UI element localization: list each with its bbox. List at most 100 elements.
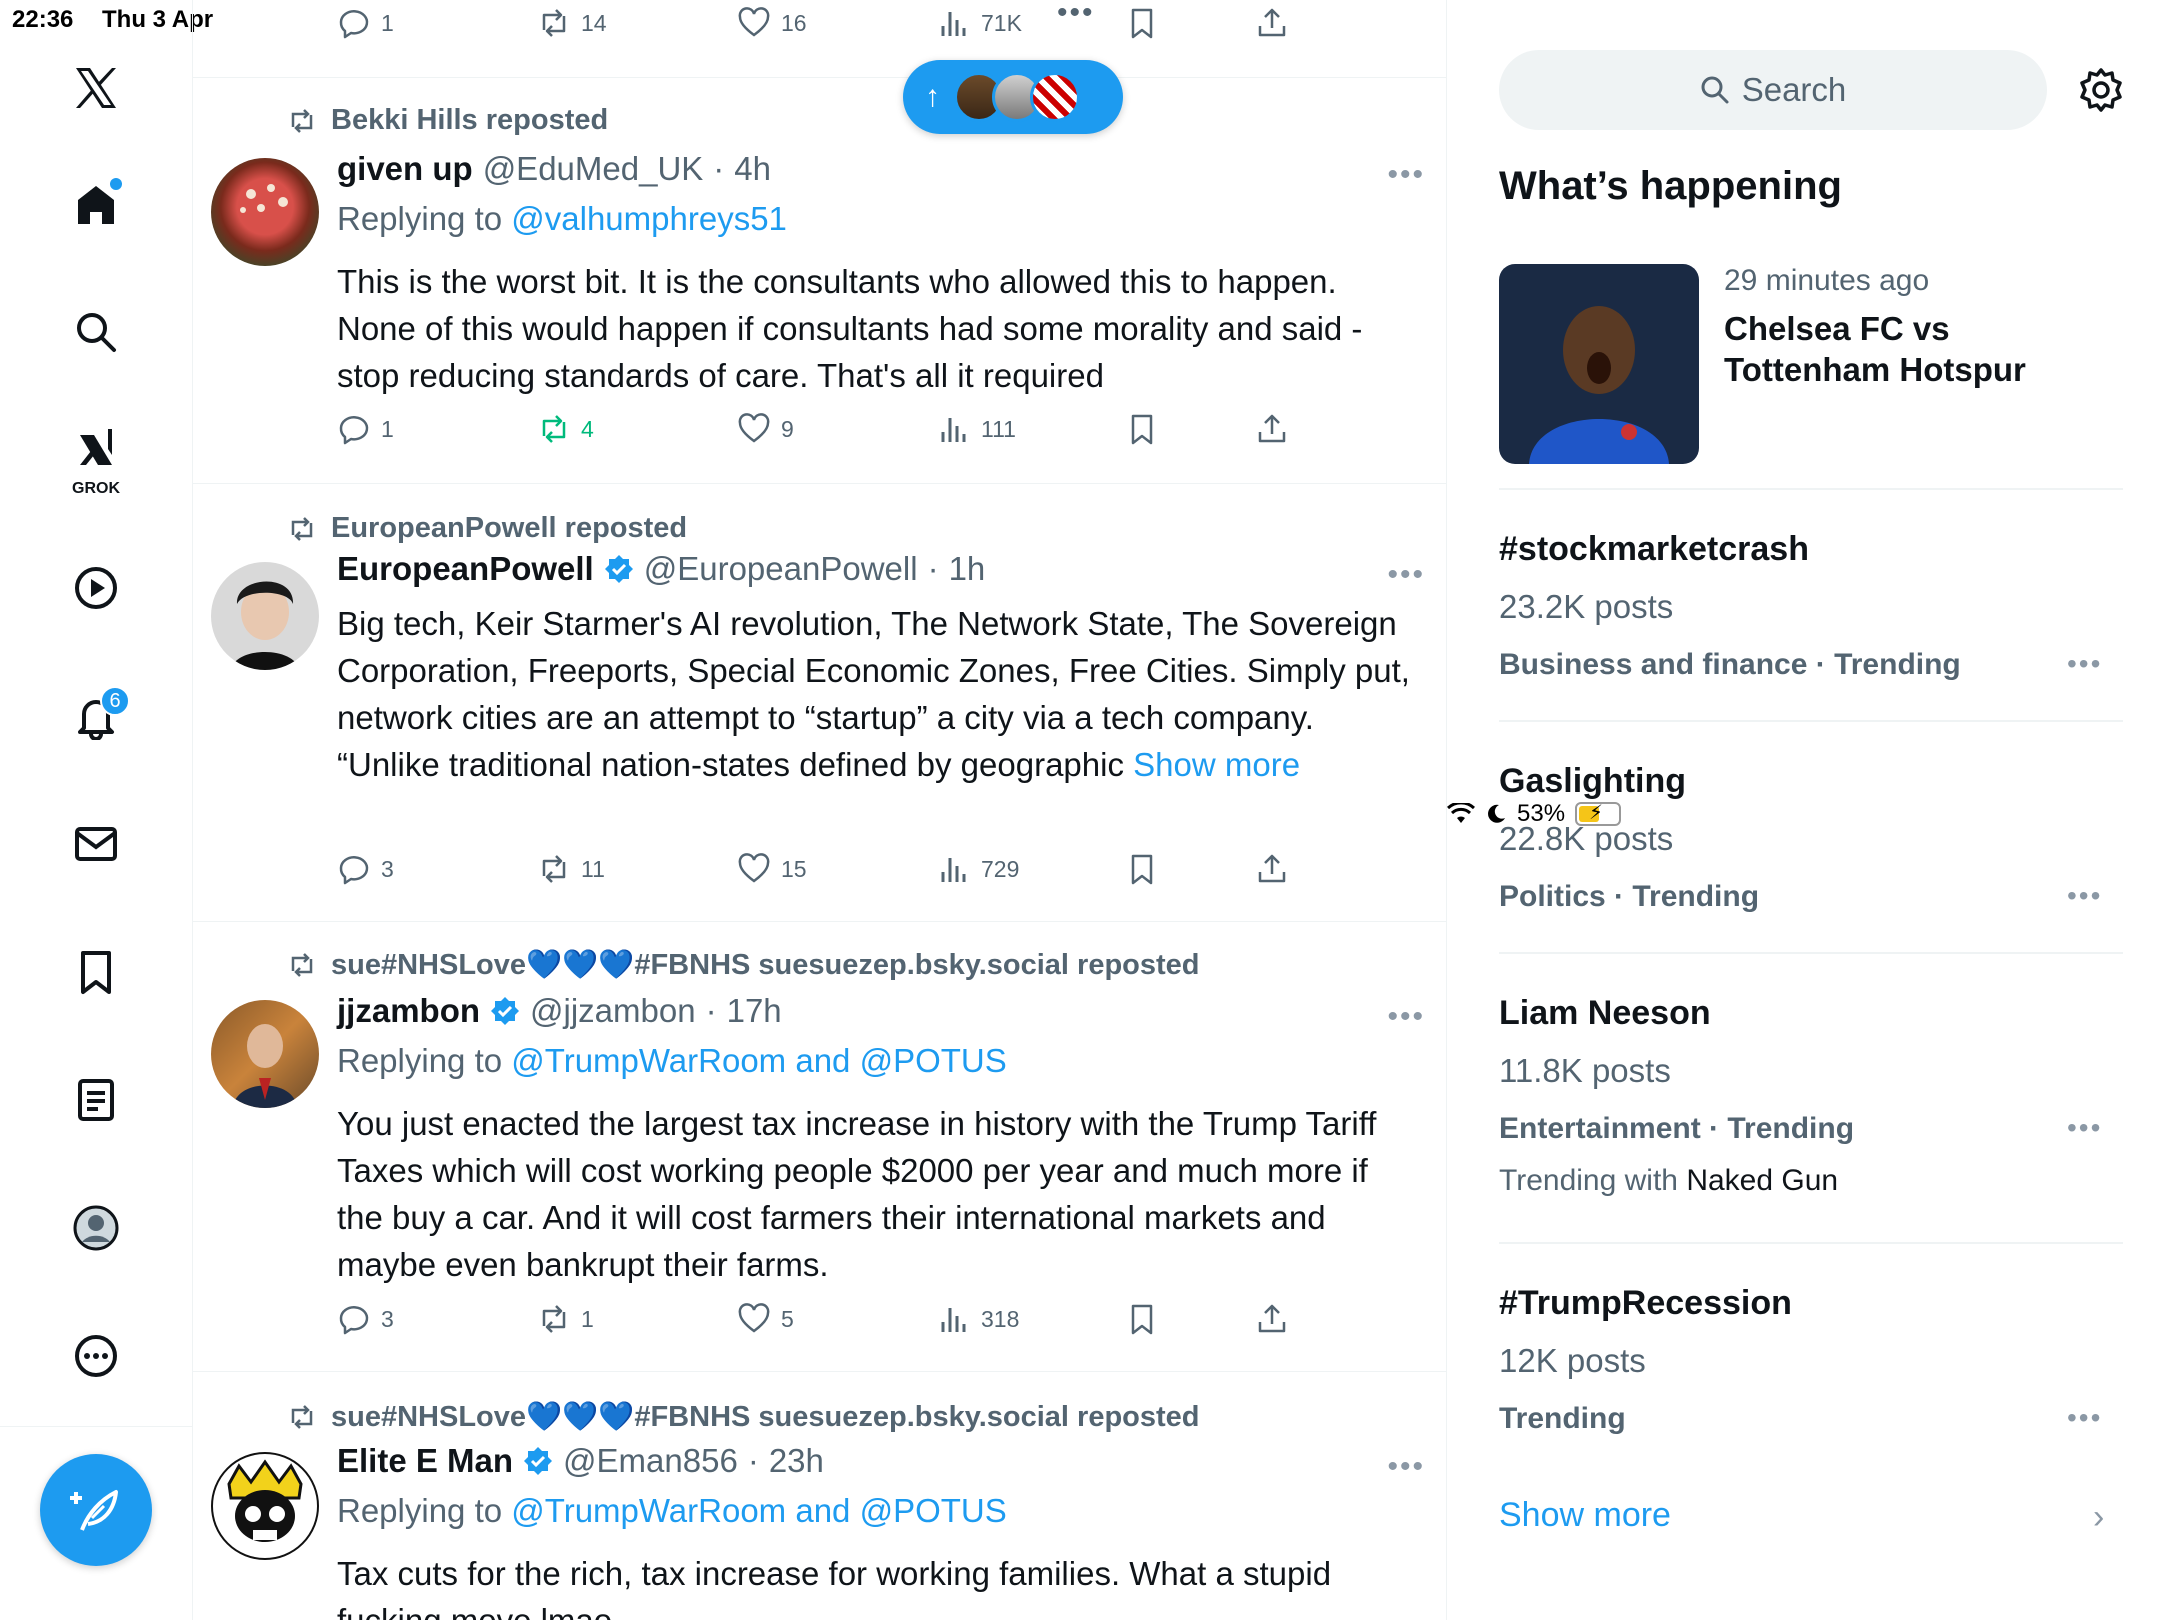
author-name[interactable]: Elite E Man: [337, 1442, 513, 1480]
nav-profile[interactable]: [56, 1188, 136, 1268]
tweet-time[interactable]: 17h: [727, 992, 782, 1030]
like-button[interactable]: 9: [737, 412, 794, 446]
author-handle[interactable]: @EduMed_UK: [483, 150, 704, 188]
new-posts-pill[interactable]: ↑: [903, 60, 1123, 134]
tweet-time[interactable]: 23h: [769, 1442, 824, 1480]
author-name[interactable]: given up: [337, 150, 473, 188]
share-icon: [1258, 1304, 1286, 1333]
nav-grok[interactable]: GROK: [56, 420, 136, 500]
trend-title[interactable]: #TrumpRecession: [1499, 1284, 1792, 1323]
tweet[interactable]: sue#NHSLove💙💙💙#FBNHS suesuezep.bsky.soci…: [193, 1372, 1446, 1620]
tweet-time[interactable]: 1h: [949, 550, 986, 588]
show-more-link[interactable]: Show more: [1133, 746, 1300, 783]
author-name[interactable]: jjzambon: [337, 992, 480, 1030]
heart-icon: [738, 853, 770, 883]
news-image[interactable]: [1499, 264, 1699, 464]
avatar[interactable]: [211, 562, 319, 670]
x-logo[interactable]: [56, 48, 136, 128]
like-button[interactable]: 5: [737, 1302, 794, 1336]
views-chart-icon: [941, 1308, 966, 1332]
author-name[interactable]: EuropeanPowell: [337, 550, 594, 588]
views-button[interactable]: 318: [937, 1302, 1019, 1336]
nav-divider: [0, 1426, 193, 1427]
avatar[interactable]: [211, 1000, 319, 1108]
tweet-more-icon[interactable]: •••: [1387, 1450, 1425, 1484]
nav-notifications[interactable]: 6: [56, 676, 136, 756]
trend-title[interactable]: #stockmarketcrash: [1499, 530, 1809, 569]
repost-icon: [291, 1405, 313, 1429]
trend-title[interactable]: Liam Neeson: [1499, 994, 1711, 1033]
trend-more-icon[interactable]: •••: [2067, 880, 2102, 912]
tweet-more-icon[interactable]: •••: [1387, 1000, 1425, 1034]
divider: [1499, 720, 2123, 722]
news-title[interactable]: Chelsea FC vs Tottenham Hotspur: [1724, 308, 2084, 390]
reply-icon: [339, 10, 369, 39]
nav-messages[interactable]: [56, 804, 136, 884]
share-button[interactable]: [1255, 412, 1289, 446]
views-button[interactable]: 111: [937, 412, 1016, 446]
reply-button[interactable]: 3: [337, 852, 394, 886]
avatar[interactable]: [211, 1452, 319, 1560]
more-options-icon[interactable]: •••: [1057, 0, 1095, 30]
trend-title[interactable]: Gaslighting: [1499, 762, 1686, 801]
reply-button[interactable]: 1: [337, 412, 394, 446]
trend-more-icon[interactable]: •••: [2067, 1112, 2102, 1144]
bookmark-button[interactable]: [1125, 852, 1159, 886]
repost-button[interactable]: 11: [537, 852, 605, 886]
reply-icon: [339, 856, 369, 885]
search-input[interactable]: Search: [1499, 50, 2047, 130]
replying-to-link[interactable]: @TrumpWarRoom and @POTUS: [511, 1492, 1006, 1529]
bookmark-button[interactable]: [1125, 412, 1159, 446]
compose-feather-icon: [70, 1490, 118, 1531]
nav-bookmarks[interactable]: [56, 932, 136, 1012]
avatar[interactable]: [211, 158, 319, 266]
views-button[interactable]: 71K: [937, 6, 1022, 40]
repost-count: 11: [581, 855, 605, 882]
repost-button[interactable]: 1: [537, 1302, 594, 1336]
nav-more[interactable]: [56, 1316, 136, 1396]
share-button[interactable]: [1255, 852, 1289, 886]
author-handle[interactable]: @Eman856: [563, 1442, 738, 1480]
trend-more-icon[interactable]: •••: [2067, 648, 2102, 680]
share-button[interactable]: [1255, 6, 1289, 40]
tweet-more-icon[interactable]: •••: [1387, 558, 1425, 592]
trending-with-value[interactable]: Naked Gun: [1686, 1164, 1838, 1197]
timeline-feed[interactable]: 1 14 16 71K ••• Bekki Hills reposted giv…: [193, 0, 1447, 1620]
gear-icon[interactable]: [2077, 66, 2125, 114]
replying-to: Replying to @valhumphreys51: [337, 200, 787, 238]
nav-explore[interactable]: [56, 292, 136, 372]
tweet-more-icon[interactable]: •••: [1387, 158, 1425, 192]
views-chart-icon: [941, 12, 966, 36]
author-handle[interactable]: @EuropeanPowell: [644, 550, 918, 588]
bookmark-button[interactable]: [1125, 1302, 1159, 1336]
views-button[interactable]: 729: [937, 852, 1019, 886]
reply-button[interactable]: 1: [337, 6, 394, 40]
compose-button[interactable]: [40, 1454, 152, 1566]
trend-posts: 22.8K posts: [1499, 820, 1674, 857]
tweet[interactable]: EuropeanPowell reposted EuropeanPowell @…: [193, 484, 1446, 922]
replying-to-link[interactable]: @TrumpWarRoom and @POTUS: [511, 1042, 1006, 1079]
repost-icon: [542, 1305, 566, 1333]
nav-lists[interactable]: [56, 1060, 136, 1140]
repost-button[interactable]: 4: [537, 412, 594, 446]
trend-more-icon[interactable]: •••: [2067, 1402, 2102, 1434]
views-count: 71K: [981, 9, 1022, 36]
repost-button[interactable]: 14: [537, 6, 607, 40]
show-more-trends-link[interactable]: Show more: [1499, 1496, 1671, 1535]
nav-home[interactable]: [56, 164, 136, 244]
tweet-time[interactable]: 4h: [734, 150, 771, 188]
reply-button[interactable]: 3: [337, 1302, 394, 1336]
nav-video[interactable]: [56, 548, 136, 628]
like-button[interactable]: 16: [737, 6, 807, 40]
search-icon: [77, 313, 116, 352]
share-button[interactable]: [1255, 1302, 1289, 1336]
verified-badge-icon: [524, 1447, 553, 1475]
tweet[interactable]: Bekki Hills reposted given up @EduMed_UK…: [193, 78, 1446, 484]
like-count: 5: [781, 1305, 794, 1332]
tweet-partial-top[interactable]: 1 14 16 71K •••: [193, 0, 1446, 78]
replying-to-link[interactable]: @valhumphreys51: [511, 200, 787, 237]
author-handle[interactable]: @jjzambon: [530, 992, 696, 1030]
bookmark-button[interactable]: [1125, 6, 1159, 40]
like-button[interactable]: 15: [737, 852, 807, 886]
tweet[interactable]: sue#NHSLove💙💙💙#FBNHS suesuezep.bsky.soci…: [193, 922, 1446, 1372]
